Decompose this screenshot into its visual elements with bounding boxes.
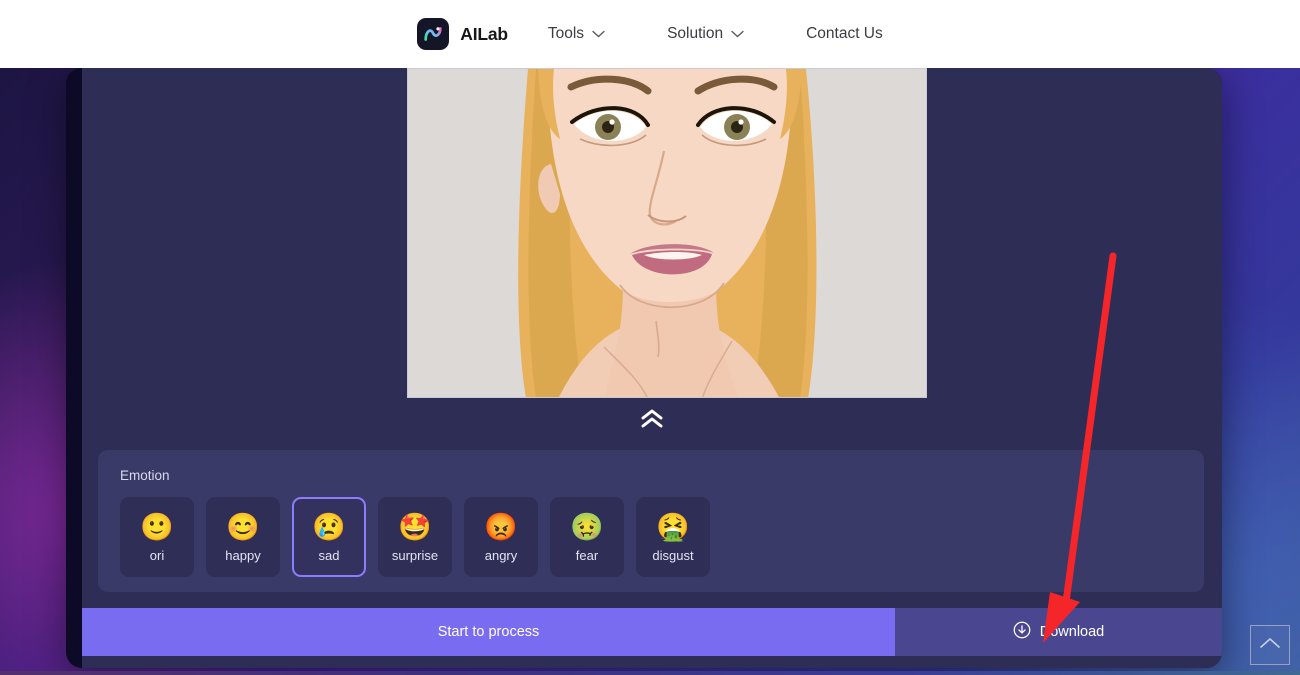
emoji-crying-icon: 😢: [312, 512, 346, 542]
page-root: AILab Tools Solution Cont: [0, 0, 1300, 675]
collapse-preview-button[interactable]: [82, 402, 1222, 440]
emotion-option-happy[interactable]: 😊 happy: [206, 497, 280, 577]
chevron-down-icon: [592, 25, 605, 43]
scroll-to-top-button[interactable]: [1250, 625, 1290, 665]
start-to-process-button[interactable]: Start to process: [82, 608, 895, 656]
emoji-vomiting-icon: 🤮: [656, 512, 690, 542]
nav-item-solution-label: Solution: [667, 25, 723, 43]
bottom-accent-strip: [0, 671, 1300, 675]
emotion-option-label: disgust: [652, 549, 693, 562]
top-navigation-bar: AILab Tools Solution Cont: [0, 0, 1300, 68]
nav-item-tools-label: Tools: [548, 25, 584, 43]
triangle-up-icon: [1259, 636, 1281, 655]
action-bar: Start to process Download: [82, 608, 1222, 656]
nav-item-solution[interactable]: Solution: [667, 19, 744, 49]
ailab-logo-icon: [417, 18, 449, 50]
nav-inner: AILab Tools Solution Cont: [417, 18, 883, 50]
preview-image[interactable]: [407, 68, 927, 398]
emotion-options-row: 🙂 ori 😊 happy 😢 sad 🤩 surprise: [120, 497, 1182, 577]
preview-area: [82, 68, 1222, 400]
download-button-label: Download: [1040, 624, 1105, 640]
nav-item-contact-us[interactable]: Contact Us: [806, 19, 883, 49]
emotion-panel: Emotion 🙂 ori 😊 happy 😢 sad: [98, 450, 1204, 592]
emoji-smiling-eyes-icon: 😊: [226, 512, 260, 542]
emotion-option-disgust[interactable]: 🤮 disgust: [636, 497, 710, 577]
emoji-angry-icon: 😡: [484, 512, 518, 542]
download-button[interactable]: Download: [895, 608, 1222, 656]
double-chevron-up-icon: [639, 409, 665, 434]
emotion-option-sad[interactable]: 😢 sad: [292, 497, 366, 577]
brand-logo-link[interactable]: AILab: [417, 18, 508, 50]
emotion-panel-label: Emotion: [120, 468, 1182, 483]
app-frame: Emotion 🙂 ori 😊 happy 😢 sad: [66, 68, 1222, 668]
chevron-down-icon: [731, 25, 744, 43]
emotion-option-label: fear: [576, 549, 598, 562]
emotion-option-angry[interactable]: 😡 angry: [464, 497, 538, 577]
emoji-nauseated-icon: 🤢: [570, 512, 604, 542]
emotion-option-label: ori: [150, 549, 164, 562]
app-card: Emotion 🙂 ori 😊 happy 😢 sad: [82, 68, 1222, 668]
nav-item-contact-us-label: Contact Us: [806, 25, 883, 43]
brand-name: AILab: [460, 24, 508, 45]
emoji-star-struck-icon: 🤩: [398, 512, 432, 542]
emotion-option-surprise[interactable]: 🤩 surprise: [378, 497, 452, 577]
emotion-option-label: sad: [319, 549, 340, 562]
emotion-option-label: angry: [485, 549, 518, 562]
emotion-option-label: surprise: [392, 549, 438, 562]
nav-item-tools[interactable]: Tools: [548, 19, 605, 49]
emoji-slightly-smiling-icon: 🙂: [140, 512, 174, 542]
emotion-option-label: happy: [225, 549, 260, 562]
download-circle-icon: [1013, 621, 1031, 643]
emotion-option-fear[interactable]: 🤢 fear: [550, 497, 624, 577]
emotion-option-ori[interactable]: 🙂 ori: [120, 497, 194, 577]
